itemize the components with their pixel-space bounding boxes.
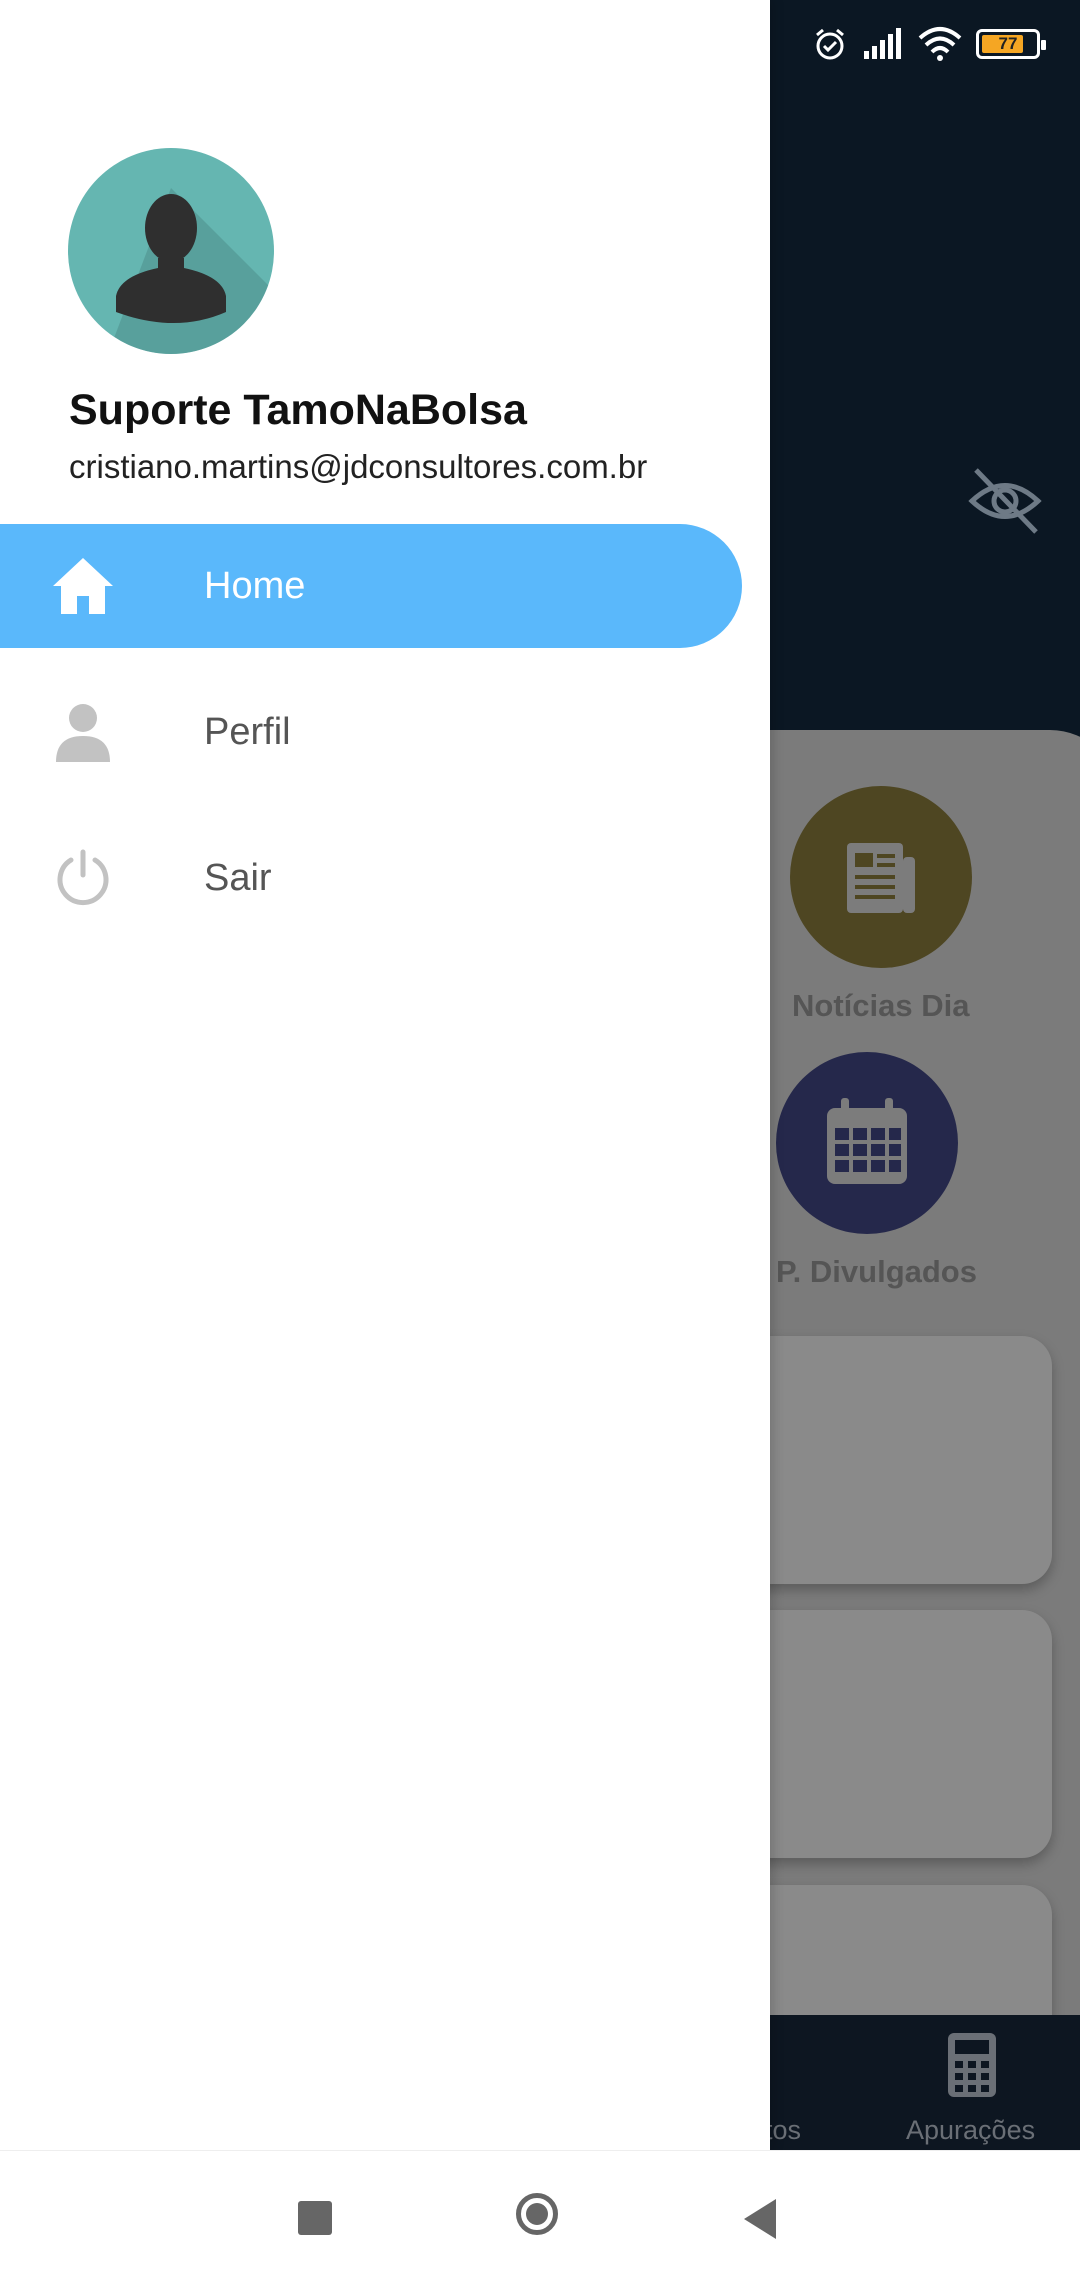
user-silhouette-icon xyxy=(108,188,274,354)
recents-button[interactable] xyxy=(298,2201,332,2235)
calculator-icon xyxy=(948,2033,996,2097)
user-name: Suporte TamoNaBolsa xyxy=(69,386,527,434)
drawer-item-perfil[interactable]: Perfil xyxy=(0,670,742,794)
navigation-drawer: Suporte TamoNaBolsa cristiano.martins@jd… xyxy=(0,0,770,2150)
home-icon xyxy=(50,553,116,619)
alarm-icon xyxy=(816,28,844,60)
home-button[interactable] xyxy=(516,2193,558,2235)
news-shortcut xyxy=(790,786,972,968)
person-icon xyxy=(50,699,116,765)
drawer-item-label: Home xyxy=(204,564,306,607)
drawer-item-home[interactable]: Home xyxy=(0,524,742,648)
user-email: cristiano.martins@jdconsultores.com.br xyxy=(69,448,648,485)
back-button[interactable] xyxy=(744,2199,776,2239)
drawer-item-label: Perfil xyxy=(204,710,291,753)
calendar-shortcut xyxy=(776,1052,958,1234)
system-nav-bar xyxy=(0,2150,1080,2281)
bottom-nav-label: Apurações xyxy=(906,2115,1036,2145)
battery-level: 77 xyxy=(998,34,1018,53)
calendar-icon xyxy=(827,1098,907,1184)
divulgados-label: P. Divulgados xyxy=(776,1254,977,1289)
drawer-item-sair[interactable]: Sair xyxy=(0,816,742,940)
drawer-item-label: Sair xyxy=(204,856,272,899)
avatar[interactable] xyxy=(68,148,274,354)
battery-icon: 77 xyxy=(976,29,1046,59)
signal-icon xyxy=(864,28,901,59)
status-bar: 77 xyxy=(812,22,1046,66)
newspaper-icon xyxy=(847,843,915,913)
wifi-icon xyxy=(918,27,962,61)
eye-off-icon xyxy=(968,468,1042,534)
news-label: Notícias Dia xyxy=(792,988,970,1023)
power-icon xyxy=(50,845,116,911)
